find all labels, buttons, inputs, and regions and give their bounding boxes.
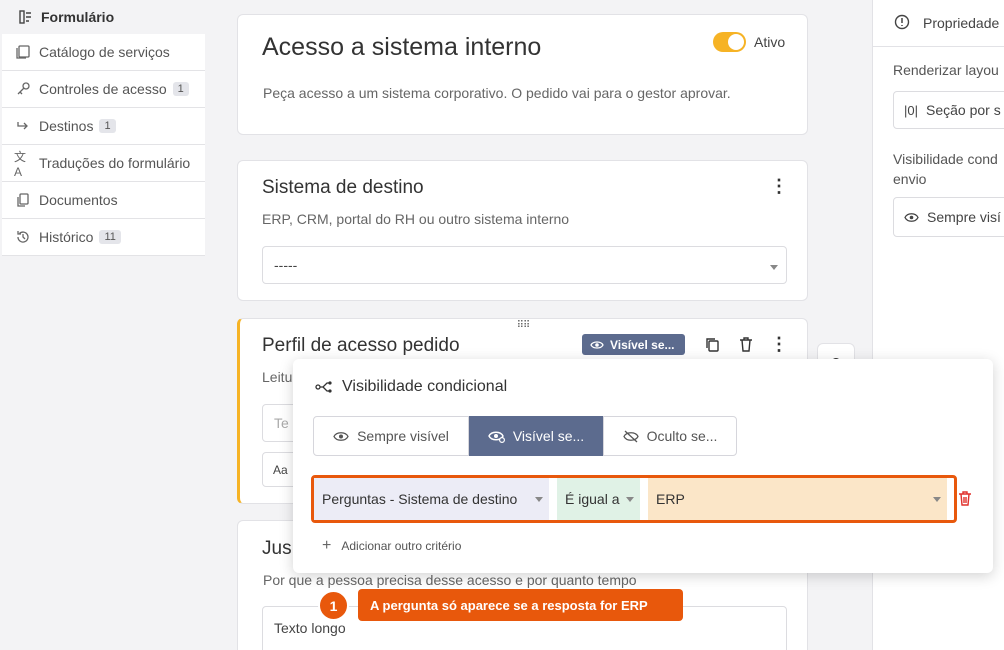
redirect-arrow-icon <box>14 117 32 135</box>
chevron-down-icon <box>770 265 778 270</box>
more-options-icon[interactable]: ⋮ <box>770 334 788 354</box>
segment-visible-if[interactable]: Visível se... <box>469 416 603 456</box>
font-icon: Aa <box>273 462 288 477</box>
add-criterion-label: Adicionar outro critério <box>341 539 462 553</box>
translate-icon: 文A <box>14 149 27 179</box>
key-icon <box>14 80 32 98</box>
branch-icon <box>314 379 334 395</box>
render-layout-select[interactable]: |0| Seção por s <box>893 91 1004 129</box>
section-layout-icon: |0| <box>904 102 918 118</box>
duplicate-icon[interactable] <box>703 335 721 353</box>
visibility-label: Visibilidade cond envio <box>893 149 1004 189</box>
properties-tab[interactable]: Propriedade <box>923 15 1004 31</box>
eye-icon <box>333 431 349 442</box>
sidebar: Formulário Catálogo de serviços Controle… <box>0 0 205 650</box>
divider <box>873 46 1004 47</box>
select-value: ----- <box>274 257 298 273</box>
chevron-down-icon <box>626 497 634 502</box>
question-description[interactable]: Por que a pessoa precisa desse acesso e … <box>263 572 637 588</box>
history-icon <box>14 228 32 246</box>
segment-label: Sempre visível <box>357 428 449 444</box>
annotation-number: 1 <box>318 590 349 621</box>
sidebar-item-label: Traduções do formulário <box>39 155 191 171</box>
sidebar-item-label: Destinos <box>39 118 94 134</box>
more-options-icon[interactable]: ⋮ <box>770 176 788 196</box>
sidebar-item-label: Formulário <box>41 8 115 25</box>
eye-icon <box>904 212 919 223</box>
visibility-label-line1: Visibilidade cond <box>893 151 998 167</box>
visibility-badge[interactable]: Visível se... <box>582 334 685 355</box>
add-criterion-button[interactable]: + Adicionar outro critério <box>322 537 461 555</box>
segment-hidden-if[interactable]: Oculto se... <box>603 416 737 456</box>
select-value: Sempre visí <box>927 209 1001 225</box>
popup-title: Visibilidade condicional <box>342 378 508 395</box>
sidebar-item-historico[interactable]: Histórico 11 <box>2 219 205 256</box>
count-badge: 1 <box>99 119 116 133</box>
form-title[interactable]: Acesso a sistema interno <box>262 33 541 62</box>
trash-icon[interactable] <box>737 335 755 353</box>
sidebar-item-controles[interactable]: Controles de acesso 1 <box>2 71 205 108</box>
active-toggle-label: Ativo <box>754 34 786 50</box>
sidebar-item-formulario[interactable]: Formulário <box>0 0 203 33</box>
visibility-badge-label: Visível se... <box>610 337 675 352</box>
eye-conditional-icon <box>488 430 505 443</box>
select-value: ERP <box>656 491 685 507</box>
sidebar-item-traducoes[interactable]: 文A Traduções do formulário <box>2 145 205 182</box>
question-title-partial[interactable]: Jus <box>262 538 292 560</box>
sidebar-item-label: Histórico <box>39 229 94 245</box>
chevron-down-icon <box>933 497 941 502</box>
criterion-operator-select[interactable]: É igual a <box>557 478 640 520</box>
sidebar-item-label: Controles de acesso <box>39 81 167 97</box>
question-description-partial: Leitu <box>262 369 293 385</box>
sidebar-item-label: Documentos <box>39 192 118 208</box>
info-icon <box>894 14 910 30</box>
segment-label: Oculto se... <box>646 428 718 444</box>
sidebar-item-documentos[interactable]: Documentos <box>2 182 205 219</box>
callout-text: A pergunta só aparece se a resposta for … <box>370 597 648 613</box>
drag-handle-icon[interactable]: ⠿⠿ <box>514 319 532 331</box>
active-toggle[interactable] <box>713 32 746 52</box>
render-layout-label: Renderizar layou <box>893 62 999 78</box>
select-value: Seção por s <box>925 102 1001 118</box>
destination-system-select[interactable]: ----- <box>262 246 787 284</box>
input-placeholder: Te <box>274 415 289 431</box>
eye-conditional-icon <box>590 339 604 351</box>
criterion-value-select[interactable]: ERP <box>648 478 947 520</box>
criterion-field-select[interactable]: Perguntas - Sistema de destino <box>314 478 549 520</box>
plus-icon: + <box>322 537 332 554</box>
count-badge: 1 <box>172 82 189 96</box>
annotation-callout: A pergunta só aparece se a resposta for … <box>358 589 683 621</box>
count-badge: 11 <box>99 230 121 244</box>
visibility-label-line2: envio <box>893 171 927 187</box>
sidebar-item-catalogo[interactable]: Catálogo de serviços <box>2 34 205 71</box>
select-value: É igual a <box>565 491 620 507</box>
question-title[interactable]: Perfil de acesso pedido <box>262 335 460 357</box>
eye-off-icon <box>622 430 639 443</box>
documents-icon <box>14 191 32 209</box>
select-value: Perguntas - Sistema de destino <box>322 491 518 507</box>
segment-always-visible[interactable]: Sempre visível <box>313 416 469 456</box>
delete-criterion-icon[interactable] <box>957 490 973 506</box>
form-icon <box>16 8 34 26</box>
segment-label: Visível se... <box>512 428 585 444</box>
question-description[interactable]: ERP, CRM, portal do RH ou outro sistema … <box>262 211 569 227</box>
visibility-select[interactable]: Sempre visí <box>893 197 1004 237</box>
chevron-down-icon <box>535 497 543 502</box>
sidebar-item-destinos[interactable]: Destinos 1 <box>2 108 205 145</box>
question-title[interactable]: Sistema de destino <box>262 177 424 199</box>
catalog-icon <box>14 43 32 61</box>
form-description[interactable]: Peça acesso a um sistema corporativo. O … <box>263 85 731 101</box>
sidebar-item-label: Catálogo de serviços <box>39 44 170 60</box>
field-type-label: Texto longo <box>274 620 346 636</box>
